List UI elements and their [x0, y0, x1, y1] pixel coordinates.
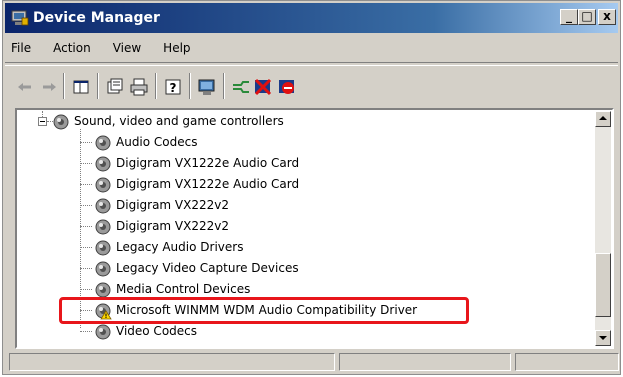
- status-pane: [339, 353, 511, 371]
- tree-connector: [80, 184, 92, 185]
- status-pane-main: [9, 353, 335, 371]
- tree-connector: [80, 289, 92, 290]
- status-bar: [9, 353, 619, 373]
- svg-text:?: ?: [170, 81, 177, 95]
- uninstall-icon[interactable]: [253, 77, 273, 97]
- scroll-down-button[interactable]: [595, 330, 611, 346]
- toolbar-separator: [223, 73, 225, 99]
- tree-device-label: Digigram VX1222e Audio Card: [116, 177, 300, 191]
- collapse-toggle[interactable]: [38, 117, 47, 126]
- window-controls: _ □ x: [560, 9, 616, 27]
- tree-device-label: Media Control Devices: [116, 282, 251, 296]
- speaker-icon: [95, 198, 111, 214]
- menu-help[interactable]: Help: [163, 41, 190, 55]
- minimize-button[interactable]: _: [560, 9, 578, 25]
- speaker-icon: [95, 135, 111, 151]
- speaker-icon: [95, 261, 111, 277]
- tree-connector: [80, 163, 92, 164]
- speaker-icon: [95, 156, 111, 172]
- scroll-up-button[interactable]: [595, 111, 611, 127]
- tree-device-label: Digigram VX222v2: [116, 219, 230, 233]
- speaker-icon: [95, 177, 111, 193]
- scan-hardware-icon[interactable]: [197, 77, 217, 97]
- menu-separator: [5, 62, 618, 66]
- status-pane: [515, 353, 619, 371]
- vertical-scrollbar[interactable]: [595, 111, 611, 346]
- tree-connector: [80, 310, 92, 311]
- speaker-icon: [53, 114, 69, 130]
- back-arrow-icon[interactable]: [15, 77, 35, 97]
- window-title: Device Manager: [33, 10, 160, 26]
- tree-device-label: Legacy Audio Drivers: [116, 240, 244, 254]
- tree-device-label: Legacy Video Capture Devices: [116, 261, 299, 275]
- close-button[interactable]: x: [598, 9, 616, 25]
- tree-connector: [80, 226, 92, 227]
- toolbar: ?: [9, 69, 616, 103]
- minimize-icon: _: [566, 9, 572, 23]
- tree-device-label: Video Codecs: [116, 324, 198, 338]
- tree-category-label: Sound, video and game controllers: [74, 114, 284, 128]
- update-driver-icon[interactable]: [231, 77, 251, 97]
- tree-device-label: Audio Codecs: [116, 135, 198, 149]
- tree-device-label: Microsoft WINMM WDM Audio Compatibility …: [116, 303, 418, 317]
- speaker-icon: [95, 282, 111, 298]
- device-tree: Sound, video and game controllers Audio …: [18, 111, 594, 346]
- print-icon[interactable]: [129, 77, 149, 97]
- menu-file[interactable]: File: [11, 41, 31, 55]
- speaker-icon: [95, 324, 111, 340]
- speaker-icon: [95, 219, 111, 235]
- tree-device-label: Digigram VX222v2: [116, 198, 230, 212]
- toolbar-separator: [189, 73, 191, 99]
- tree-device-label: Digigram VX1222e Audio Card: [116, 156, 300, 170]
- forward-arrow-icon[interactable]: [39, 77, 59, 97]
- toolbar-separator: [155, 73, 157, 99]
- tree-connector: [80, 205, 92, 206]
- down-arrow-icon: [599, 336, 607, 340]
- menu-view[interactable]: View: [113, 41, 141, 55]
- toolbar-separator: [63, 73, 65, 99]
- disable-icon[interactable]: [277, 77, 297, 97]
- tree-connector: [80, 331, 92, 332]
- menu-action[interactable]: Action: [53, 41, 91, 55]
- tree-connector: [80, 247, 92, 248]
- speaker-icon: [95, 240, 111, 256]
- properties-icon[interactable]: [105, 77, 125, 97]
- device-tree-panel: Sound, video and game controllers Audio …: [15, 108, 614, 349]
- speaker-warning-icon: [95, 303, 112, 320]
- maximize-button[interactable]: □: [578, 9, 596, 25]
- up-arrow-icon: [599, 116, 607, 120]
- show-hide-console-tree-icon[interactable]: [71, 77, 91, 97]
- tree-connector: [80, 129, 81, 328]
- maximize-icon: □: [581, 9, 593, 23]
- toolbar-separator: [97, 73, 99, 99]
- device-manager-window: Device Manager _ □ x File Action View He…: [2, 0, 621, 375]
- title-bar[interactable]: Device Manager _ □ x: [5, 3, 618, 33]
- help-icon[interactable]: ?: [163, 77, 183, 97]
- tree-connector: [80, 142, 92, 143]
- close-icon: x: [603, 9, 611, 23]
- device-manager-icon: [11, 10, 29, 26]
- tree-connector: [80, 268, 92, 269]
- menu-bar: File Action View Help: [5, 37, 618, 59]
- scroll-thumb[interactable]: [595, 253, 611, 317]
